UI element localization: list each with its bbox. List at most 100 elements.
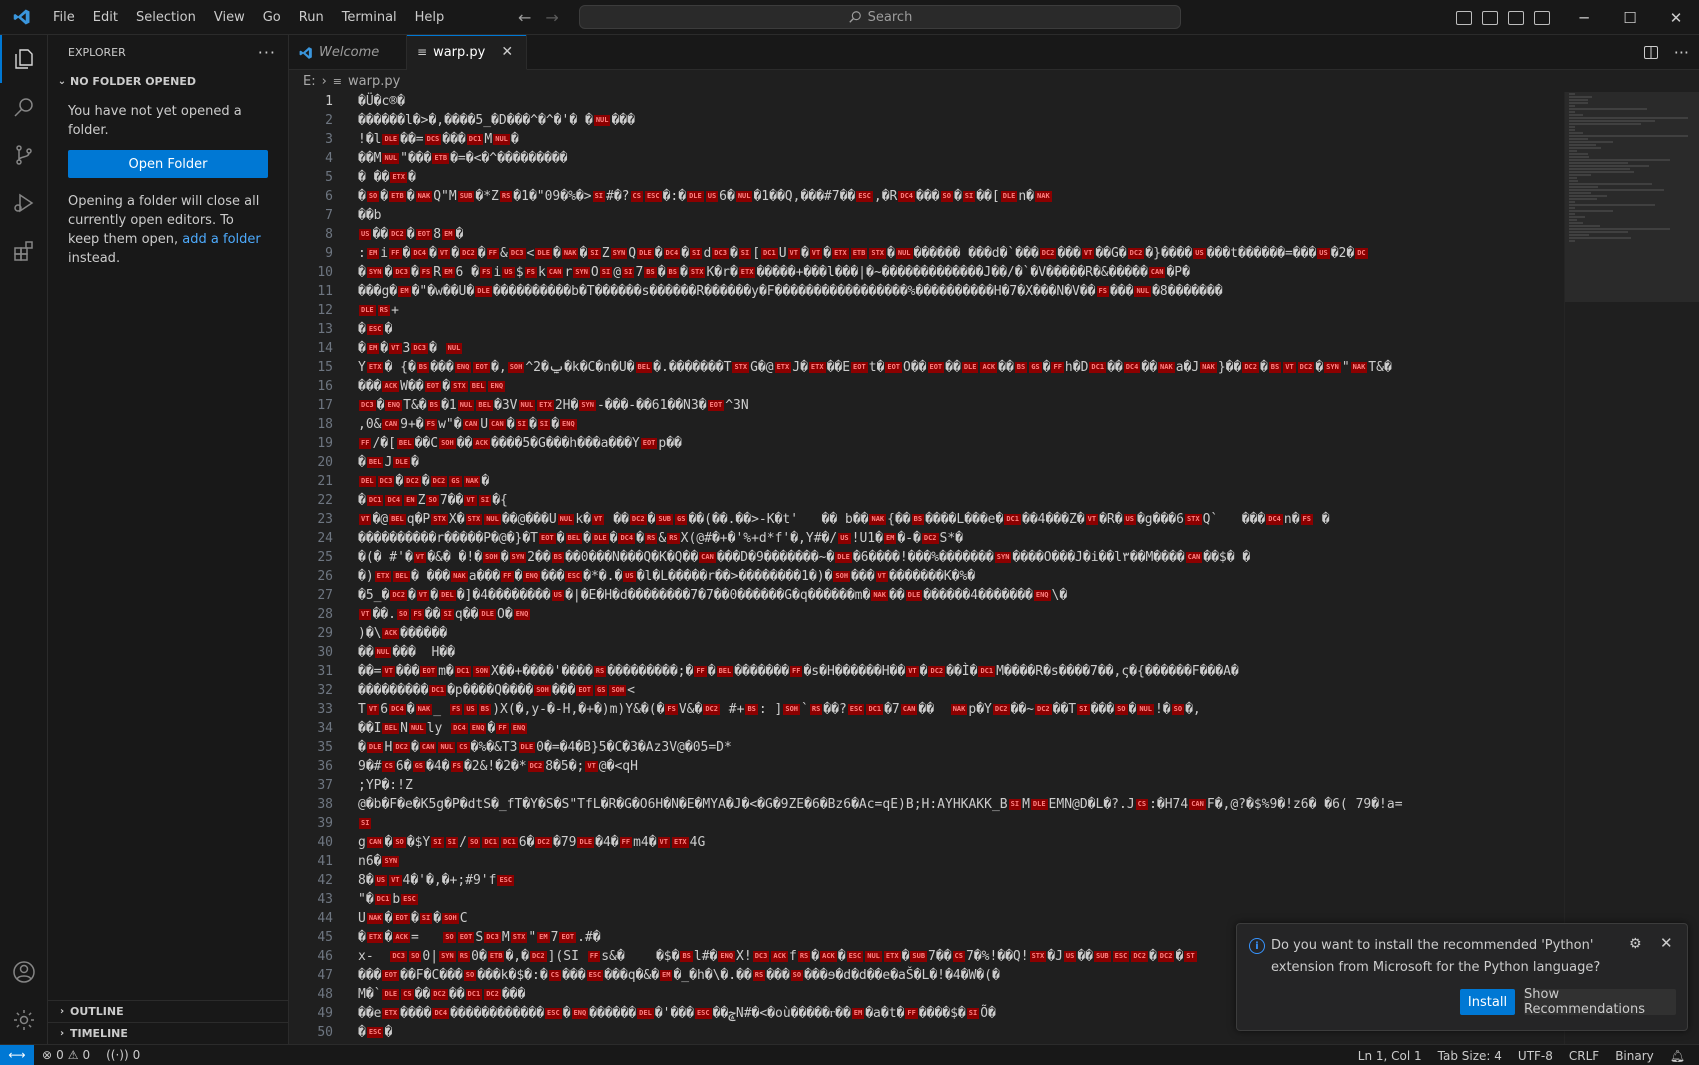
menu-selection[interactable]: Selection: [127, 0, 205, 35]
show-recommendations-button[interactable]: Show Recommendations: [1524, 987, 1676, 1017]
cursor-position[interactable]: Ln 1, Col 1: [1350, 1049, 1430, 1063]
code-editor[interactable]: 1 �Ü�c®� 2 ������l�>�,����5_�D���^�^�'� � NU…: [289, 92, 1564, 1044]
code-line[interactable]: 15 Y ETX � {� BS ��� ENQ EOT �, SOH ^2�ݐ�k�C�n�U� B…: [289, 358, 1564, 377]
code-line[interactable]: 9: EM i FF � DC4 � VT � DC2 � FF & DC3 < DLE � NAK � SI Z SYN…: [289, 244, 1564, 263]
timeline-section-header[interactable]: › TIMELINE: [48, 1022, 289, 1044]
toggle-secondary-sidebar-icon[interactable]: [1508, 10, 1524, 25]
no-folder-section-header[interactable]: ⌄ NO FOLDER OPENED: [48, 70, 288, 92]
search-view-icon[interactable]: [0, 83, 48, 131]
back-arrow-icon[interactable]: ←: [518, 8, 531, 27]
code-line[interactable]: 8 US �� DC2 � EOT 8 EM �: [289, 225, 1564, 244]
remote-indicator-icon[interactable]: ⟷: [0, 1044, 34, 1065]
menu-file[interactable]: File: [44, 0, 84, 35]
tab-warp-py[interactable]: ≡ warp.py ✕: [407, 35, 527, 70]
code-line[interactable]: 22 � DC1 DC4 EN Z SO 7�� VT SI �{: [289, 491, 1564, 510]
code-line[interactable]: 12 DLE RS +: [289, 301, 1564, 320]
ports-indicator[interactable]: ((·)) 0: [98, 1048, 148, 1062]
close-window-button[interactable]: ✕: [1653, 0, 1699, 35]
code-line[interactable]: 20 � BEL J DLE �: [289, 453, 1564, 472]
code-line[interactable]: 30 �� NUL ��� H��: [289, 643, 1564, 662]
code-line[interactable]: 38 @�b�F�e�K5g�P�dtS�_fT�Y�S�S"TfL�R�G�O6…: [289, 795, 1564, 814]
outline-section-header[interactable]: › OUTLINE: [48, 1000, 289, 1022]
notification-close-icon[interactable]: ✕: [1660, 934, 1673, 952]
command-center-search[interactable]: Search: [579, 5, 1181, 29]
code-line[interactable]: 37 ;YP�:!Z: [289, 776, 1564, 795]
add-folder-link[interactable]: add a folder: [182, 232, 260, 247]
close-tab-icon[interactable]: ✕: [501, 44, 513, 60]
code-line[interactable]: 6 � SO � ETB � NAK Q"M SUB �*Z RS �1�"09�%�> SI #�? CS…: [289, 187, 1564, 206]
accounts-icon[interactable]: [0, 948, 48, 996]
minimize-button[interactable]: ─: [1561, 0, 1607, 35]
source-control-icon[interactable]: [0, 131, 48, 179]
extensions-icon[interactable]: [0, 227, 48, 275]
menu-help[interactable]: Help: [406, 0, 454, 35]
install-button[interactable]: Install: [1460, 989, 1515, 1015]
line-ending[interactable]: CRLF: [1561, 1049, 1607, 1063]
code-line[interactable]: 23 VT �@ BEL q�P STX X� STX NUL ��@���U NUL k� VT ��…: [289, 510, 1564, 529]
code-line[interactable]: 28 VT ��. SO FS �� SI q�� DLE O� ENQ: [289, 605, 1564, 624]
code-line[interactable]: 35 � DLE H DC2 � CAN NUL CS �%�&T3 DLE 0�=�4�B}5�C�…: [289, 738, 1564, 757]
code-line[interactable]: 29)�\ ACK ������: [289, 624, 1564, 643]
code-line[interactable]: 43 "� DC1 b ESC: [289, 890, 1564, 909]
code-line[interactable]: 14 � EM � VT 3 DC3 � NUL: [289, 339, 1564, 358]
code-line[interactable]: 27 �5̲� DC2 � VT � DEL �]�4�������� US �|�E�H�d��…: [289, 586, 1564, 605]
code-line[interactable]: 34 ��I BEL N NUL ly DC4 ENQ � FF ENQ: [289, 719, 1564, 738]
more-actions-icon[interactable]: ···: [258, 43, 276, 62]
explorer-icon[interactable]: [0, 35, 48, 83]
maximize-button[interactable]: ☐: [1607, 0, 1653, 35]
code-line[interactable]: 39 SI: [289, 814, 1564, 833]
problems-indicator[interactable]: ⊗ 0 ⚠ 0: [34, 1048, 98, 1062]
language-mode[interactable]: Binary: [1607, 1049, 1662, 1063]
menu-run[interactable]: Run: [290, 0, 333, 35]
breadcrumb-file[interactable]: warp.py: [348, 74, 400, 89]
code-line[interactable]: 1 �Ü�c®�: [289, 92, 1564, 111]
manage-gear-icon[interactable]: [0, 996, 48, 1044]
breadcrumb-drive[interactable]: E:: [303, 74, 316, 89]
tab-size[interactable]: Tab Size: 4: [1430, 1049, 1510, 1063]
menu-go[interactable]: Go: [254, 0, 290, 35]
code-line[interactable]: 16 ��� ACK W�� EOT � STX BEL ENQ: [289, 377, 1564, 396]
code-line[interactable]: 26 �) ETX BEL � ��� NAK a��� FF � ENQ ��� ESC �*�.� U…: [289, 567, 1564, 586]
split-editor-icon[interactable]: [1643, 46, 1658, 59]
code-line[interactable]: 19 FF/�[BEL ��C SOH �� ACK ����5�G���h���a���Y…: [289, 434, 1564, 453]
code-line[interactable]: 32 ��������� DC1 �p����Q���� SOH ��� EOT GS SOH <: [289, 681, 1564, 700]
code-line[interactable]: 21 DEL DC3 � DC2 � DC2 GS NAK �: [289, 472, 1564, 491]
code-line[interactable]: 3 !�l DLE ��= DCS ��� DC1 M NUL �: [289, 130, 1564, 149]
notification-settings-gear-icon[interactable]: ⚙: [1629, 936, 1642, 952]
toggle-primary-sidebar-icon[interactable]: [1456, 10, 1472, 25]
more-actions-icon[interactable]: ···: [1674, 43, 1689, 62]
customize-layout-icon[interactable]: [1534, 10, 1550, 25]
code-line[interactable]: 5 � �� ETX �: [289, 168, 1564, 187]
code-line[interactable]: 31 ��= VT ��� EOT m� DC1 SON X��+����'���� RS ����…: [289, 662, 1564, 681]
tab-welcome[interactable]: Welcome: [289, 35, 407, 70]
control-char-badge: BS: [1268, 362, 1282, 373]
code-line[interactable]: 7 ��b: [289, 206, 1564, 225]
code-line[interactable]: 24 ����������r�����P�@�}�T EOT � BEL � DLE � DC4…: [289, 529, 1564, 548]
code-line[interactable]: 42 8� US VT 4�'�,�+;#9'f ESC: [289, 871, 1564, 890]
run-debug-icon[interactable]: [0, 179, 48, 227]
encoding[interactable]: UTF-8: [1510, 1049, 1561, 1063]
minimap-line: [1569, 192, 1592, 194]
menu-view[interactable]: View: [205, 0, 254, 35]
control-char-badge: DLE: [835, 552, 852, 563]
code-line[interactable]: 33 T VT 6 DC4 � NAK _ FS US BS)X(�,y-�-H,�+�)m)Y&…: [289, 700, 1564, 719]
minimap[interactable]: [1564, 92, 1699, 1044]
toggle-panel-icon[interactable]: [1482, 10, 1498, 25]
notifications-bell-icon[interactable]: 🔔︎: [1662, 1049, 1693, 1063]
code-line[interactable]: 4 ��M NUL "��� ETB �=�<�^���������: [289, 149, 1564, 168]
code-line[interactable]: 13 � ESC �: [289, 320, 1564, 339]
code-line[interactable]: 40 g CAN � SO �$Y SI SI / SO DC1 DC1 6� DC2 �79 DLE �4� F…: [289, 833, 1564, 852]
code-line[interactable]: 11 ���g� EM �"�w��U� DLE ����������b�T������s…: [289, 282, 1564, 301]
code-line[interactable]: 36 9�# CS 6� GS �4� FS �2&!�2�* DC2 8�5�; VT @�<qH: [289, 757, 1564, 776]
code-line[interactable]: 18 ,0& CAN 9+� FS w"� CAN U CAN � SI � SI � ENQ: [289, 415, 1564, 434]
menu-edit[interactable]: Edit: [84, 0, 127, 35]
code-line[interactable]: 2 ������l�>�,����5_�D���^�^�'� � NUL ���: [289, 111, 1564, 130]
code-line[interactable]: 17 DC3 � ENQ T&� BS �1 NUL BEL �3V NUL ETX 2H� SYN -��…: [289, 396, 1564, 415]
code-line[interactable]: 25 �(� #'� VT �&� �!� SOH � SYN 2�� BS ��0���N���…: [289, 548, 1564, 567]
forward-arrow-icon[interactable]: →: [545, 8, 558, 27]
code-line[interactable]: 41 n6� SYN: [289, 852, 1564, 871]
open-folder-button[interactable]: Open Folder: [68, 150, 268, 178]
minimap-line: [1569, 237, 1632, 239]
menu-terminal[interactable]: Terminal: [333, 0, 406, 35]
code-line[interactable]: 10 � SYN � DC3 � FS R EM 6 � FS i US $ FS k CAN r SYN O SI @ S…: [289, 263, 1564, 282]
